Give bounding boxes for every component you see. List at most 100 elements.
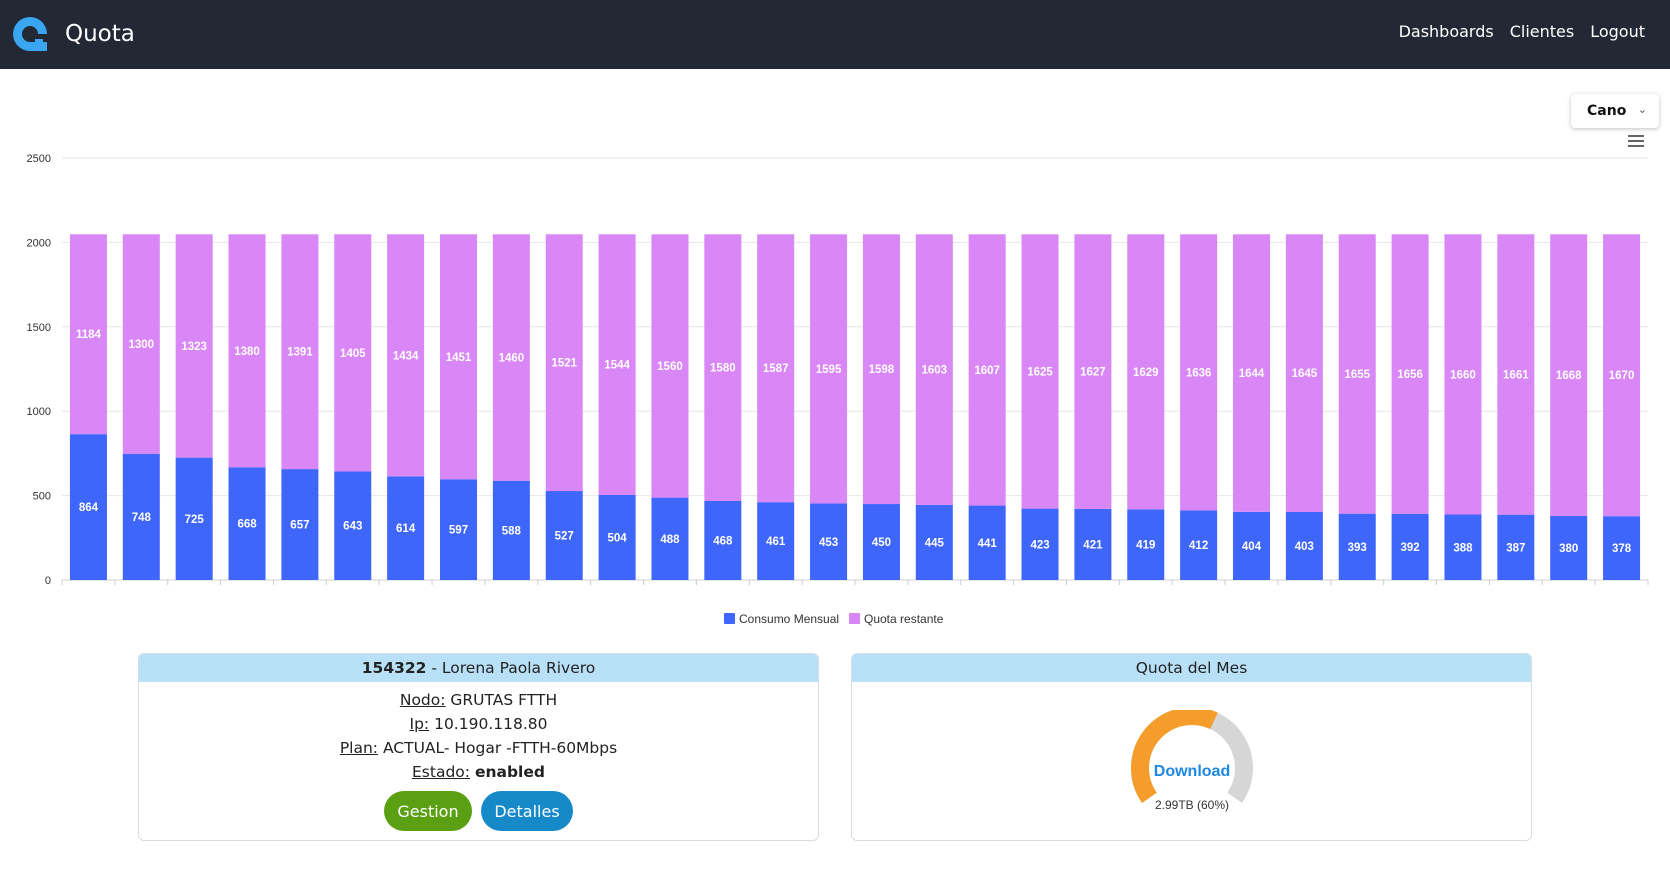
data-label: 1405 (340, 348, 366, 360)
menu-icon (1628, 145, 1644, 147)
data-label: 412 (1189, 540, 1208, 552)
ip-value: 10.190.118.80 (434, 715, 548, 733)
nav-clientes[interactable]: Clientes (1510, 22, 1575, 41)
client-id: 154322 (361, 659, 427, 677)
data-label: 1587 (763, 363, 789, 375)
y-tick-label: 500 (33, 491, 51, 503)
quota-card-title: Quota del Mes (852, 654, 1531, 682)
data-label: 1655 (1344, 369, 1370, 381)
data-label: 1603 (922, 365, 948, 377)
gauge-value: 2.99TB (60%) (1155, 798, 1229, 812)
client-actions: Gestion Detalles (139, 791, 818, 831)
data-label: 453 (819, 537, 838, 549)
data-label: 421 (1083, 539, 1103, 551)
y-tick-label: 1500 (27, 322, 51, 334)
data-label: 1668 (1556, 370, 1582, 382)
quota-gauge: Download 2.99TB (60%) (1131, 710, 1253, 812)
nodo-label: Nodo: (399, 691, 446, 709)
y-tick-label: 2500 (27, 153, 51, 165)
data-label: 1607 (974, 365, 1000, 377)
data-label: 461 (766, 536, 786, 548)
client-name: - Lorena Paola Rivero (426, 659, 596, 677)
data-label: 527 (555, 531, 574, 543)
data-label: 1629 (1133, 367, 1159, 379)
ip-label: Ip: (409, 715, 430, 733)
quota-logo-icon (13, 17, 47, 51)
plan-label: Plan: (339, 739, 379, 757)
data-label: 1656 (1397, 369, 1423, 381)
detalles-button[interactable]: Detalles (481, 791, 573, 831)
data-label: 468 (713, 536, 733, 548)
data-label: 1625 (1027, 366, 1053, 378)
data-label: 419 (1136, 540, 1155, 552)
data-label: 588 (502, 525, 522, 537)
data-label: 1544 (604, 360, 630, 372)
y-tick-label: 2000 (27, 237, 51, 249)
brand[interactable]: Quota (9, 13, 135, 55)
y-tick-label: 0 (45, 575, 51, 587)
data-label: 614 (396, 523, 416, 535)
data-label: 1644 (1239, 368, 1265, 380)
data-label: 1580 (710, 363, 736, 375)
top-navbar: Quota Dashboards Clientes Logout (0, 0, 1670, 69)
data-label: 864 (79, 502, 99, 514)
legend-swatch (849, 613, 860, 624)
data-label: 504 (608, 532, 628, 544)
data-label: 1627 (1080, 367, 1106, 379)
filter-select[interactable]: Cano ⌄ (1571, 94, 1659, 128)
data-label: 1661 (1503, 369, 1529, 381)
plan-value: ACTUAL- Hogar -FTTH-60Mbps (382, 739, 618, 757)
data-label: 393 (1348, 542, 1367, 554)
estado-value: enabled (474, 763, 545, 781)
data-label: 1391 (287, 347, 313, 359)
data-label: 380 (1559, 543, 1578, 555)
main-nav: Dashboards Clientes Logout (1399, 22, 1645, 41)
y-tick-label: 1000 (27, 406, 51, 418)
data-label: 1660 (1450, 369, 1476, 381)
data-label: 1323 (181, 341, 207, 353)
client-info: Nodo: GRUTAS FTTH Ip: 10.190.118.80 Plan… (139, 682, 818, 784)
data-label: 403 (1295, 541, 1314, 553)
legend-swatch (724, 613, 735, 624)
menu-icon (1628, 135, 1644, 137)
stacked-bar-chart: 0 500 1000 1500 2000 2500 864 1184 748 1300 725 132… (27, 135, 1649, 626)
data-label: 1451 (446, 352, 472, 364)
nav-dashboards[interactable]: Dashboards (1399, 22, 1494, 41)
data-label: 668 (237, 519, 257, 531)
data-label: 387 (1506, 542, 1525, 554)
app-name: Quota (65, 21, 135, 47)
gauge-fill (1131, 710, 1218, 803)
data-label: 404 (1242, 541, 1262, 553)
data-label: 378 (1612, 543, 1632, 555)
client-card: 154322 - Lorena Paola Rivero Nodo: GRUTA… (138, 653, 819, 841)
filter-select-value: Cano (1587, 103, 1627, 119)
data-label: 388 (1453, 542, 1473, 554)
data-label: 1300 (129, 339, 155, 351)
data-label: 1184 (76, 329, 102, 341)
gauge-label: Download (1154, 763, 1230, 780)
data-label: 1460 (499, 353, 525, 365)
data-label: 441 (978, 538, 998, 550)
legend-label: Consumo Mensual (739, 612, 839, 626)
data-label: 1560 (657, 361, 683, 373)
data-label: 1380 (234, 346, 260, 358)
client-card-header: 154322 - Lorena Paola Rivero (139, 654, 818, 682)
data-label: 1645 (1292, 368, 1318, 380)
data-label: 423 (1030, 539, 1049, 551)
data-label: 1670 (1609, 370, 1635, 382)
data-label: 643 (343, 521, 362, 533)
data-label: 1595 (816, 364, 842, 376)
data-label: 725 (185, 514, 205, 526)
gestion-button[interactable]: Gestion (384, 791, 472, 831)
nav-logout[interactable]: Logout (1590, 22, 1645, 41)
data-label: 1521 (551, 358, 577, 370)
data-label: 445 (925, 537, 945, 549)
data-label: 1636 (1186, 367, 1212, 379)
data-label: 1434 (393, 350, 419, 362)
nodo-value: GRUTAS FTTH (450, 691, 558, 709)
data-label: 450 (872, 537, 891, 549)
legend-label: Quota restante (864, 612, 944, 626)
data-label: 488 (660, 534, 680, 546)
menu-icon (1628, 140, 1644, 142)
data-label: 657 (290, 520, 309, 532)
